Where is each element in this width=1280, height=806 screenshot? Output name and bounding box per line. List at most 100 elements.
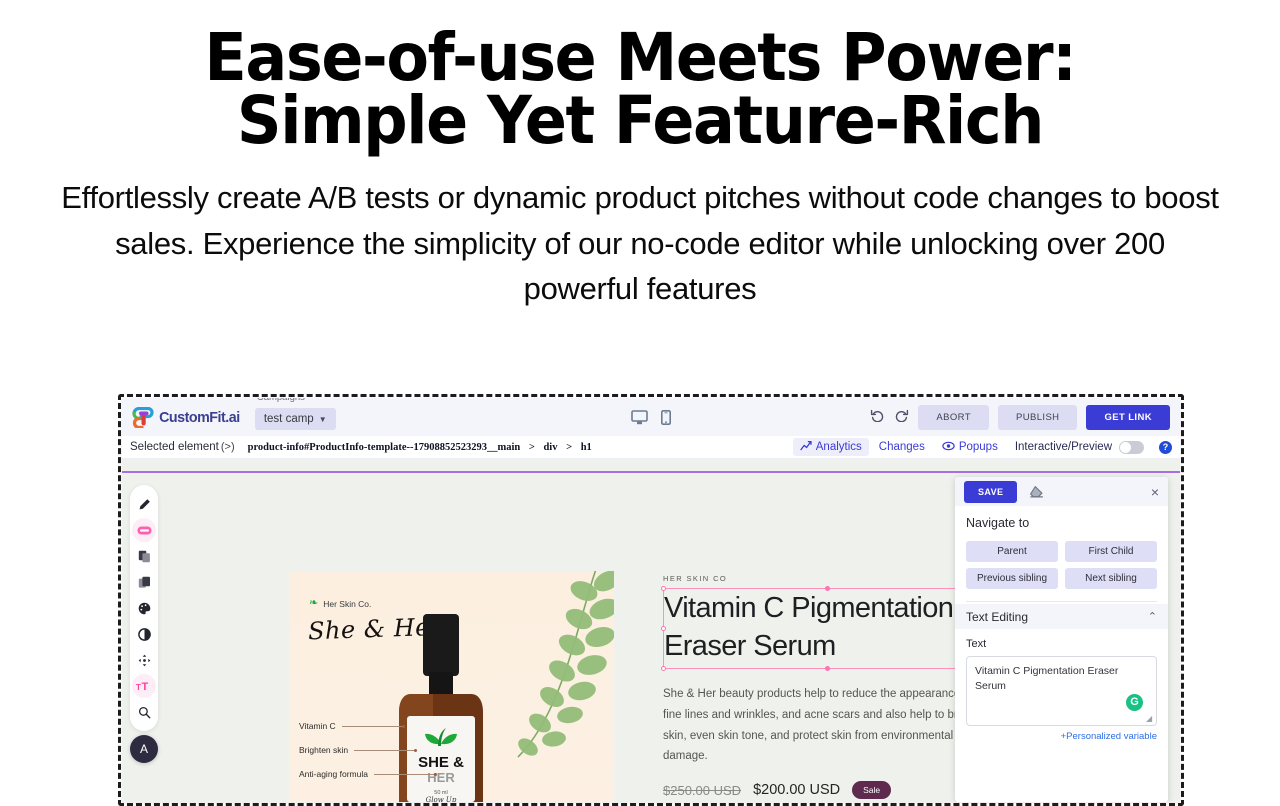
expand-path-icon[interactable]: (>): [221, 441, 235, 453]
text-editing-section-title: Text Editing: [966, 609, 1029, 624]
selection-handle[interactable]: [661, 586, 666, 591]
history-controls: [870, 408, 909, 427]
avatar[interactable]: A: [130, 735, 158, 763]
copy-block-icon[interactable]: [132, 544, 156, 568]
eye-icon: [942, 441, 955, 454]
breadcrumb-part-1: div: [543, 441, 558, 453]
campaign-select[interactable]: test camp ▼: [254, 408, 336, 430]
chevron-up-icon[interactable]: ⌃: [1148, 610, 1157, 623]
selection-handle[interactable]: [661, 625, 666, 631]
brand-logo[interactable]: CustomFit.ai: [132, 406, 242, 429]
svg-text:T: T: [142, 681, 149, 692]
navigate-previous-sibling-button[interactable]: Previous sibling: [966, 568, 1058, 589]
analytics-tab-label: Analytics: [815, 441, 862, 453]
text-editing-section-header[interactable]: Text Editing ⌃: [955, 604, 1168, 629]
tool-rail: T T: [130, 485, 158, 731]
analytics-tab[interactable]: Analytics: [792, 438, 869, 456]
mode-toggle-switch[interactable]: [1119, 440, 1144, 454]
campaigns-block: Campaigns test camp ▼: [254, 398, 336, 430]
topbar-actions: ABORT PUBLISH GET LINK: [870, 404, 1170, 430]
publish-button[interactable]: PUBLISH: [997, 404, 1078, 430]
product-title: Vitamin C Pigmentation Eraser Serum: [664, 592, 954, 662]
abort-button[interactable]: ABORT: [918, 404, 989, 430]
interactive-preview-label: Interactive/Preview: [1014, 441, 1112, 453]
search-icon[interactable]: [132, 700, 156, 724]
app-screenshot-container: CustomFit.ai Campaigns test camp ▼: [118, 394, 1184, 806]
undo-icon[interactable]: [870, 408, 884, 427]
interactive-preview-toggle[interactable]: Interactive/Preview: [1008, 439, 1151, 456]
breadcrumb-sep: >: [528, 441, 535, 453]
edit-panel-header: SAVE ×: [955, 477, 1168, 506]
callout-line: [373, 773, 434, 775]
analytics-chart-icon: [800, 440, 812, 454]
palette-icon[interactable]: [132, 596, 156, 620]
contrast-icon[interactable]: [132, 622, 156, 646]
image-brand-row: ❧ Her Skin Co.: [309, 598, 371, 609]
foliage-decoration-icon: [488, 571, 614, 775]
callout-line: [354, 749, 415, 751]
callout-dot: [401, 724, 405, 728]
get-link-button[interactable]: GET LINK: [1086, 404, 1170, 430]
page-title-line-1: Ease-of-use Meets Power:: [204, 19, 1077, 96]
resize-handle[interactable]: ◢: [1146, 715, 1154, 723]
price-current: $200.00 USD: [753, 782, 841, 799]
desktop-view-icon[interactable]: [631, 409, 648, 425]
breadcrumb-part-2: h1: [580, 441, 592, 453]
mobile-view-icon[interactable]: [661, 409, 671, 425]
selection-handle[interactable]: [661, 666, 666, 672]
selected-element-label: Selected element: [130, 441, 219, 453]
callout-line: [341, 725, 402, 727]
text-input[interactable]: Vitamin C Pigmentation Eraser Serum G ◢: [966, 656, 1157, 726]
help-icon[interactable]: ?: [1159, 440, 1172, 454]
image-brand-name: Her Skin Co.: [323, 598, 372, 609]
brand-name: CustomFit.ai: [159, 408, 240, 426]
editor-canvas: T T A ❧ Her Skin Co. She & Her SHE & HER…: [122, 459, 1180, 802]
selected-heading-wrapper[interactable]: Vitamin C Pigmentation Eraser Serum: [661, 586, 993, 672]
campaign-select-value: test camp: [263, 413, 314, 425]
text-size-icon[interactable]: T T: [132, 674, 156, 698]
product-description: She & Her beauty products help to reduce…: [663, 688, 990, 763]
svg-text:Glow Up: Glow Up: [426, 796, 457, 802]
text-input-value: Vitamin C Pigmentation Eraser Serum: [975, 665, 1119, 693]
page-title: Ease-of-use Meets Power: Simple Yet Feat…: [38, 19, 1241, 154]
price-original: $250.00 USD: [663, 782, 742, 798]
mode-toggle-knob: [1120, 441, 1131, 453]
leaf-icon: ❧: [309, 597, 319, 609]
close-icon[interactable]: ×: [1151, 485, 1159, 499]
hero-section: Ease-of-use Meets Power: Simple Yet Feat…: [0, 0, 1280, 312]
save-button[interactable]: SAVE: [964, 480, 1018, 503]
eraser-icon[interactable]: [1029, 485, 1044, 499]
navigate-next-sibling-button[interactable]: Next sibling: [1065, 568, 1157, 589]
callout-label-1: Brighten skin: [299, 745, 349, 755]
text-field-label: Text: [966, 638, 987, 650]
status-badge: Sale: [852, 781, 892, 800]
customfit-editor-app: CustomFit.ai Campaigns test camp ▼: [122, 398, 1180, 802]
callout-dot: [433, 772, 437, 776]
personalized-variable-link[interactable]: +Personalized variable: [966, 731, 1157, 742]
product-callouts: Vitamin C Brighten skin Anti-aging formu…: [299, 714, 437, 786]
callout-label-2: Anti-aging formula: [299, 769, 368, 779]
redo-icon[interactable]: [895, 408, 909, 427]
move-icon[interactable]: [132, 648, 156, 672]
callout-label-0: Vitamin C: [299, 721, 336, 731]
navigate-parent-button[interactable]: Parent: [966, 541, 1058, 562]
section-highlight-rule: [122, 471, 1180, 473]
changes-tab[interactable]: Changes: [872, 439, 932, 455]
chevron-down-icon: ▼: [318, 414, 327, 424]
customfit-logo-icon: [132, 406, 154, 429]
popups-tab-label: Popups: [958, 441, 998, 453]
campaigns-label: Campaigns: [257, 398, 305, 403]
page-subtitle: Effortlessly create A/B tests or dynamic…: [61, 179, 1219, 307]
breadcrumb-part-0: product-info#ProductInfo-template--17908…: [247, 441, 521, 453]
selection-handle[interactable]: [825, 666, 830, 672]
list-item: Anti-aging formula: [299, 762, 437, 786]
selection-handle[interactable]: [825, 586, 830, 591]
duplicate-icon[interactable]: [132, 570, 156, 594]
product-image-panel[interactable]: ❧ Her Skin Co. She & Her SHE & HER 50 ml…: [289, 571, 614, 802]
highlighter-icon[interactable]: [132, 518, 156, 542]
breadcrumb[interactable]: product-info#ProductInfo-template--17908…: [248, 442, 592, 453]
pencil-icon[interactable]: [132, 492, 156, 516]
grammarly-icon[interactable]: G: [1126, 694, 1143, 711]
popups-tab[interactable]: Popups: [935, 439, 1005, 456]
navigate-first-child-button[interactable]: First Child: [1065, 541, 1157, 562]
